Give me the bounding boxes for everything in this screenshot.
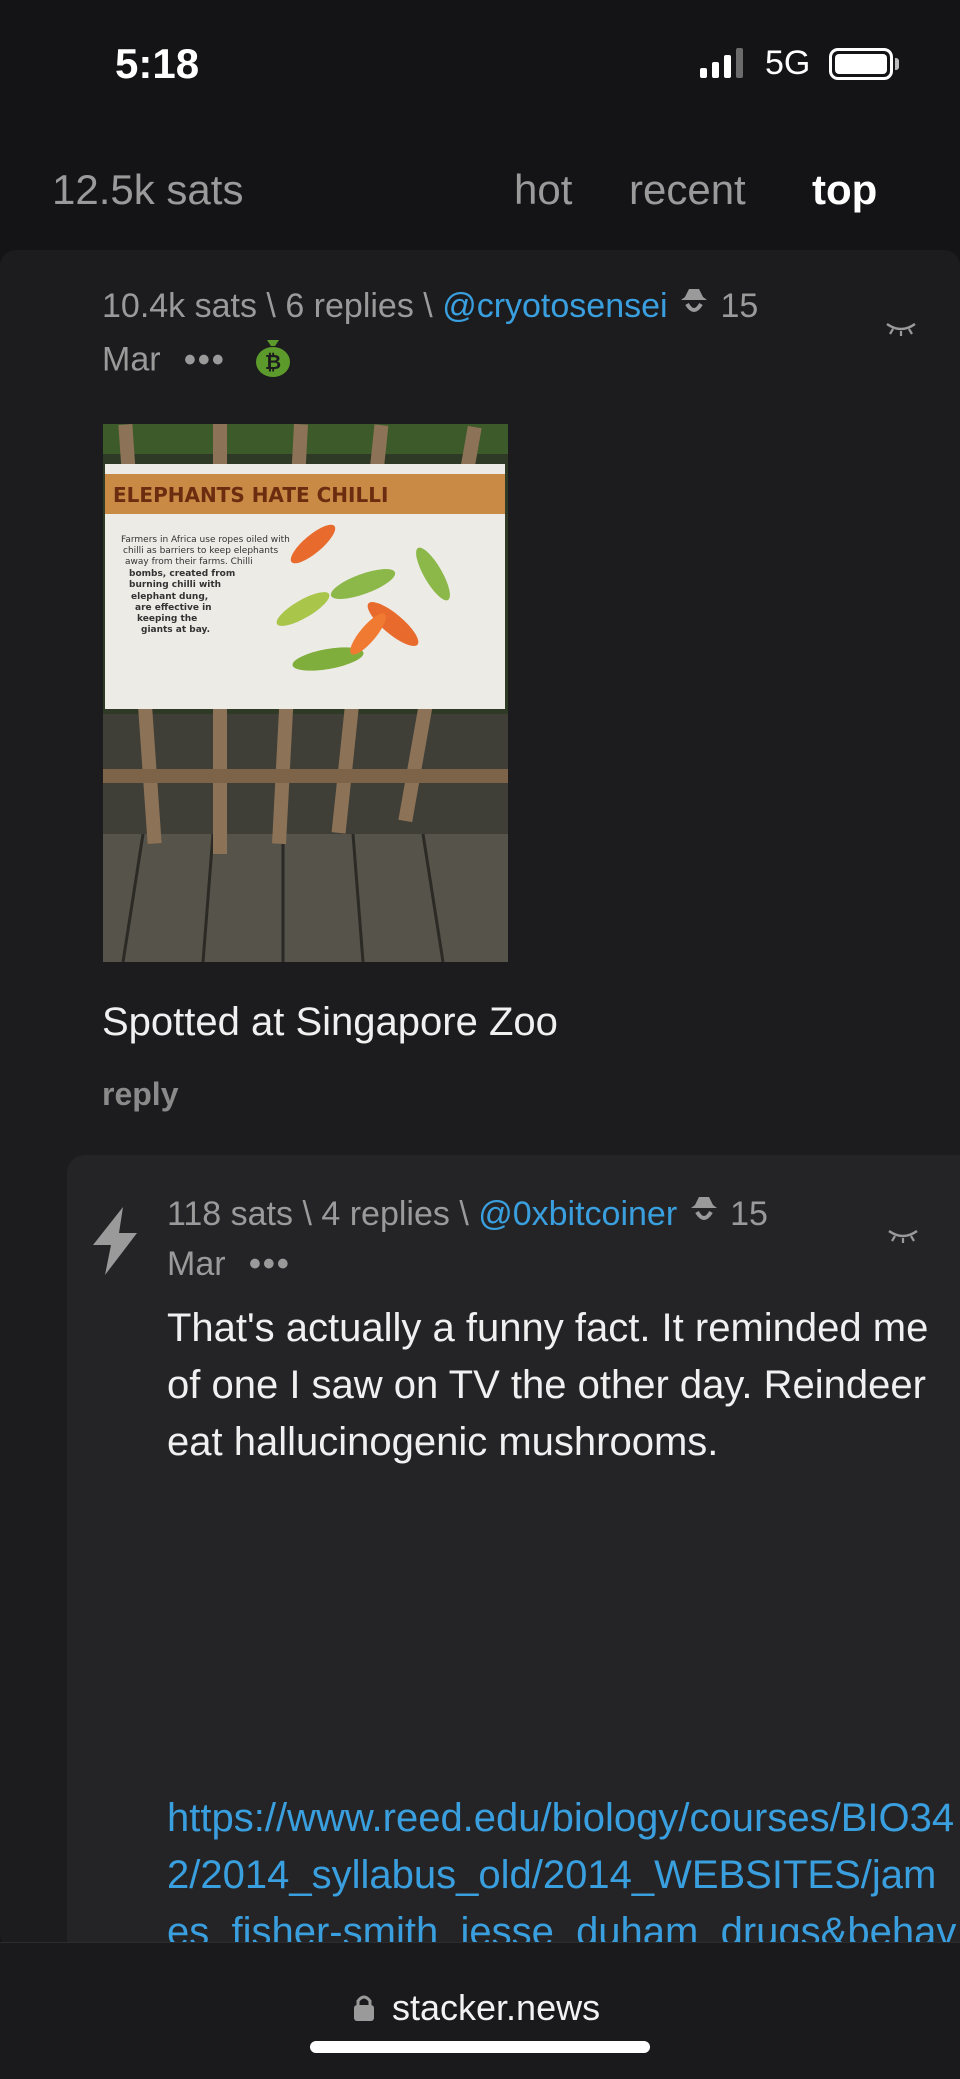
- svg-text:₿: ₿: [265, 350, 281, 374]
- svg-text:giants at bay.: giants at bay.: [141, 625, 210, 635]
- comment-text: That's actually a funny fact. It reminde…: [167, 1306, 929, 1464]
- top-nav: 12.5k sats hot recent top: [0, 150, 960, 230]
- tab-top[interactable]: top: [812, 166, 877, 214]
- hat-icon: [687, 1192, 721, 1240]
- comment-author[interactable]: @0xbitcoiner: [478, 1195, 677, 1233]
- wallet-sats[interactable]: 12.5k sats: [52, 166, 243, 214]
- more-options-icon[interactable]: •••: [249, 1245, 291, 1283]
- svg-text:elephant dung,: elephant dung,: [131, 592, 208, 602]
- url-text[interactable]: stacker.news: [392, 1987, 600, 2029]
- post-title[interactable]: Spotted at Singapore Zoo: [102, 1000, 558, 1045]
- comment-meta: 118 sats \ 4 replies \ @0xbitcoiner 15 M…: [167, 1190, 867, 1288]
- hat-icon: [677, 284, 711, 332]
- money-bag-icon: ₿: [253, 332, 293, 391]
- post-date-month: Mar: [102, 340, 161, 379]
- tab-hot[interactable]: hot: [514, 166, 572, 214]
- svg-text:away from their farms. Chilli: away from their farms. Chilli: [125, 557, 253, 567]
- lock-icon: [354, 1995, 374, 2021]
- status-time: 5:18: [115, 40, 200, 87]
- svg-text:burning chilli with: burning chilli with: [129, 580, 221, 590]
- comment-replies[interactable]: 4 replies: [321, 1195, 450, 1233]
- post-reply-button[interactable]: reply: [102, 1076, 178, 1113]
- tab-recent[interactable]: recent: [629, 166, 746, 214]
- comment-card: 118 sats \ 4 replies \ @0xbitcoiner 15 M…: [67, 1155, 960, 2011]
- comment-date-day: 15: [730, 1195, 768, 1233]
- svg-text:keeping the: keeping the: [137, 614, 197, 624]
- post-card: 10.4k sats \ 6 replies \ @cryotosensei 1…: [0, 250, 960, 2011]
- svg-text:are effective in: are effective in: [135, 603, 212, 613]
- browser-url-bar[interactable]: stacker.news: [0, 1942, 960, 2079]
- post-replies[interactable]: 6 replies: [285, 287, 414, 325]
- battery-icon: [829, 48, 893, 80]
- post-author[interactable]: @cryotosensei: [442, 287, 667, 325]
- comment-date-month: Mar: [167, 1245, 226, 1284]
- more-options-icon[interactable]: •••: [184, 341, 226, 379]
- comment-sats[interactable]: 118 sats: [167, 1195, 293, 1233]
- post-date-day: 15: [720, 287, 759, 325]
- post-image[interactable]: ELEPHANTS HATE CHILLI Farmers in Africa …: [103, 424, 508, 962]
- svg-text:chilli as barriers to keep ele: chilli as barriers to keep elephants: [123, 546, 279, 556]
- battery-cap: [895, 58, 899, 70]
- status-bar: 5:18 5G: [0, 0, 960, 120]
- home-indicator[interactable]: [310, 2041, 650, 2053]
- svg-text:bombs, created from: bombs, created from: [129, 569, 235, 579]
- network-type: 5G: [765, 44, 811, 82]
- collapse-icon[interactable]: [886, 1225, 920, 1245]
- svg-text:Farmers in Africa use ropes oi: Farmers in Africa use ropes oiled with: [121, 535, 290, 545]
- post-meta: 10.4k sats \ 6 replies \ @cryotosensei 1…: [102, 282, 862, 391]
- post-sats[interactable]: 10.4k sats: [102, 287, 257, 325]
- sign-heading: ELEPHANTS HATE CHILLI: [113, 483, 388, 507]
- upvote-bolt-icon[interactable]: [89, 1205, 141, 1277]
- signal-icon: [700, 48, 743, 78]
- collapse-icon[interactable]: [884, 318, 918, 338]
